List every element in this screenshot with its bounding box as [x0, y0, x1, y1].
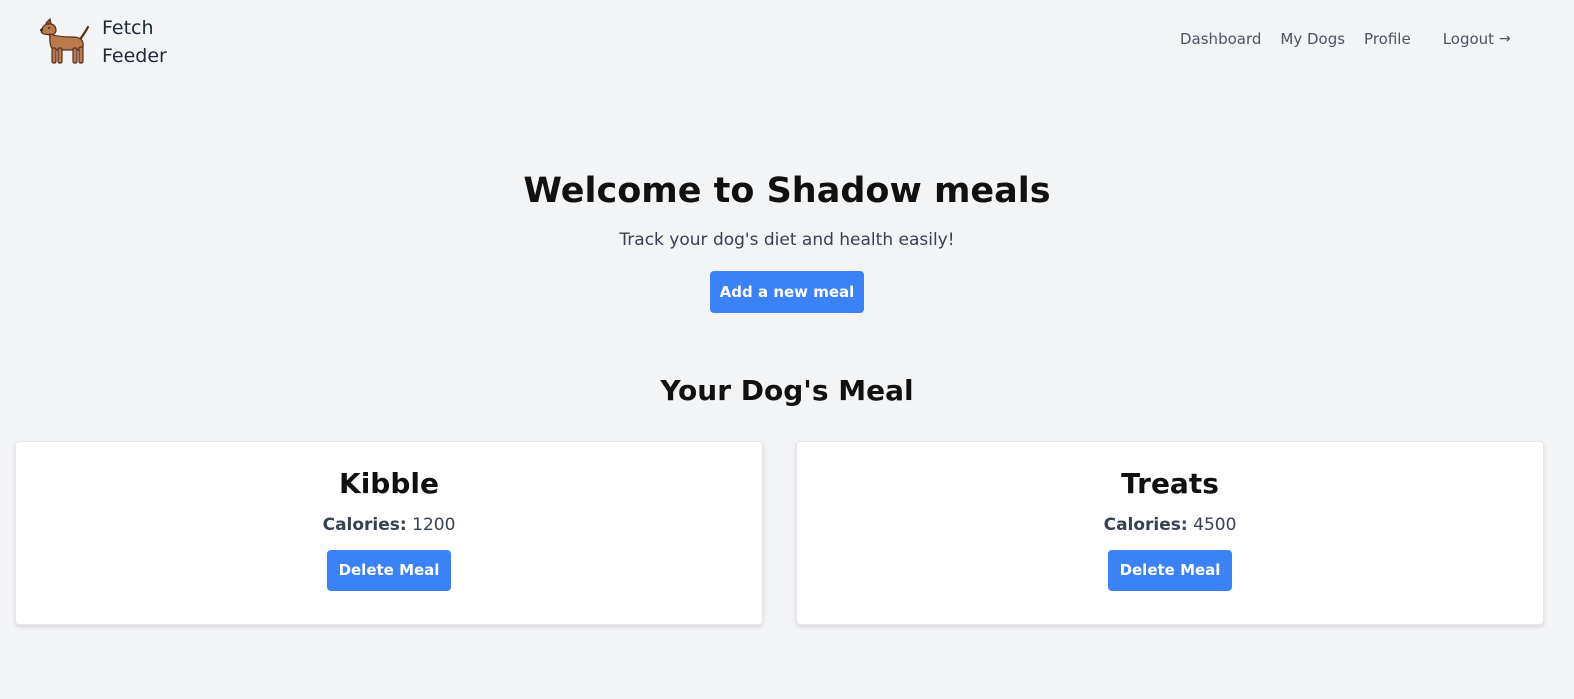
nav-dashboard[interactable]: Dashboard: [1180, 30, 1261, 48]
brand-line-2: Feeder: [102, 45, 167, 67]
logout-label: Logout: [1442, 30, 1495, 48]
meal-calories: Calories: 4500: [797, 512, 1543, 538]
meal-card-treats: Treats Calories: 4500 Delete Meal: [796, 441, 1544, 625]
delete-meal-button[interactable]: Delete Meal: [327, 550, 451, 591]
add-meal-button[interactable]: Add a new meal: [710, 271, 864, 313]
page-title: Welcome to Shadow meals: [523, 171, 1051, 211]
delete-meal-button[interactable]: Delete Meal: [1108, 550, 1232, 591]
hero: Welcome to Shadow meals Track your dog's…: [0, 160, 1574, 313]
calories-value: 4500: [1193, 515, 1237, 535]
brand-name: Fetch Feeder: [102, 14, 182, 70]
brand[interactable]: Fetch Feeder: [36, 14, 182, 70]
meal-name: Kibble: [339, 467, 439, 500]
nav-links: Dashboard My Dogs Profile Logout →: [1180, 30, 1511, 48]
meal-name: Treats: [1121, 467, 1219, 500]
nav-my-dogs[interactable]: My Dogs: [1280, 30, 1345, 48]
calories-value: 1200: [412, 515, 456, 535]
meal-card-kibble: Kibble Calories: 1200 Delete Meal: [15, 441, 763, 625]
navbar: Fetch Feeder Dashboard My Dogs Profile L…: [0, 0, 1574, 90]
calories-label: Calories:: [1103, 515, 1188, 535]
brand-line-1: Fetch: [102, 17, 154, 39]
meal-calories: Calories: 1200: [16, 512, 762, 538]
arrow-right-icon: →: [1499, 31, 1511, 47]
page-subtitle: Track your dog's diet and health easily!: [619, 230, 955, 250]
logout-button[interactable]: Logout →: [1443, 30, 1511, 48]
dog-icon: [40, 17, 90, 64]
calories-label: Calories:: [322, 515, 407, 535]
nav-profile[interactable]: Profile: [1364, 30, 1411, 48]
meals-section-title: Your Dog's Meal: [660, 374, 914, 407]
